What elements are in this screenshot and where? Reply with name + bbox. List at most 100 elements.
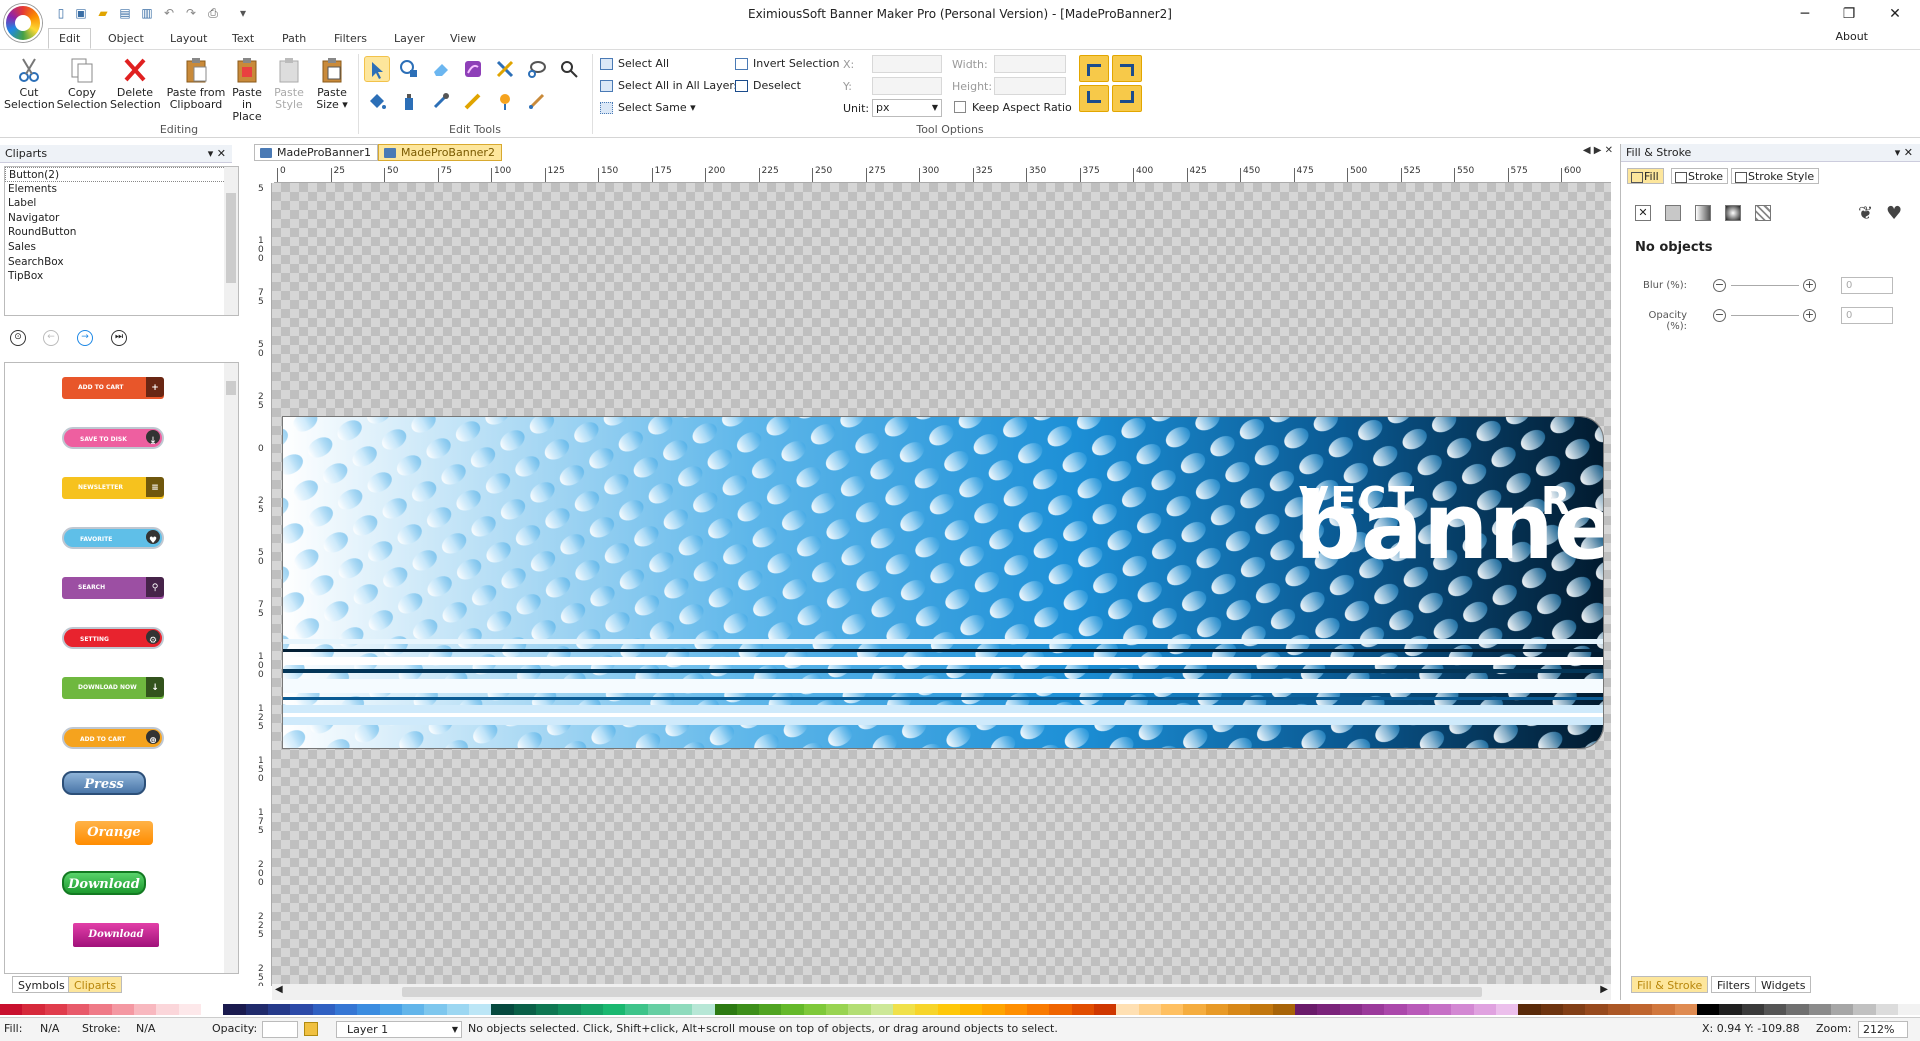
y-input[interactable]: [872, 77, 942, 95]
color-swatch[interactable]: [1027, 1004, 1050, 1015]
cut-selection-button[interactable]: Cut Selection: [4, 54, 55, 111]
color-swatch[interactable]: [1763, 1004, 1787, 1015]
color-swatch[interactable]: [1071, 1004, 1095, 1015]
list-item[interactable]: TipBox: [5, 269, 238, 284]
color-swatch[interactable]: [334, 1004, 358, 1015]
color-swatch[interactable]: [714, 1004, 737, 1015]
color-swatch[interactable]: [223, 1004, 246, 1015]
color-swatch[interactable]: [357, 1004, 380, 1015]
color-swatch[interactable]: [1540, 1004, 1563, 1015]
deselect-button[interactable]: Deselect: [733, 77, 801, 95]
color-swatch[interactable]: [1495, 1004, 1519, 1015]
clip-download-green[interactable]: Download: [62, 871, 146, 895]
nav-forward-icon[interactable]: →: [77, 330, 93, 346]
color-swatch[interactable]: [625, 1004, 648, 1015]
color-swatch[interactable]: [602, 1004, 626, 1015]
color-swatch[interactable]: [558, 1004, 581, 1015]
blur-slider[interactable]: [1731, 285, 1799, 286]
select-same-button[interactable]: Select Same ▾: [598, 99, 696, 117]
clipart-item[interactable]: NEWSLETTER ≡: [62, 477, 164, 499]
scroll-left-icon[interactable]: ◀: [275, 984, 283, 995]
align-top-right-button[interactable]: [1112, 55, 1142, 82]
color-swatch[interactable]: [424, 1004, 447, 1015]
color-swatch[interactable]: [1205, 1004, 1229, 1015]
nav-first-icon[interactable]: ⊙: [10, 330, 26, 346]
color-swatch[interactable]: [1897, 1004, 1920, 1015]
tab-object[interactable]: Object: [100, 31, 152, 46]
close-button[interactable]: ✕: [1884, 4, 1906, 24]
color-swatch[interactable]: [826, 1004, 849, 1015]
list-item[interactable]: Button(2): [5, 167, 238, 182]
clip-download-pink[interactable]: Download: [73, 923, 159, 947]
color-swatch[interactable]: [870, 1004, 894, 1015]
align-bottom-right-button[interactable]: [1112, 85, 1142, 112]
color-swatch[interactable]: [781, 1004, 804, 1015]
color-swatch[interactable]: [1250, 1004, 1273, 1015]
color-swatch[interactable]: [401, 1004, 425, 1015]
color-swatch[interactable]: [267, 1004, 291, 1015]
paste-from-clipboard-button[interactable]: Paste from Clipboard: [166, 54, 226, 111]
tab-fill-and-stroke[interactable]: Fill & Stroke: [1631, 976, 1709, 993]
color-swatch[interactable]: [290, 1004, 313, 1015]
color-swatch[interactable]: [1317, 1004, 1340, 1015]
color-swatch[interactable]: [1339, 1004, 1363, 1015]
scroll-thumb[interactable]: [402, 987, 1482, 997]
blur-input[interactable]: 0: [1841, 277, 1893, 294]
color-swatch[interactable]: [312, 1004, 335, 1015]
blur-plus-icon[interactable]: +: [1803, 279, 1816, 292]
invert-selection-button[interactable]: Invert Selection: [733, 55, 840, 73]
tab-widgets[interactable]: Widgets: [1755, 976, 1812, 993]
color-swatch[interactable]: [1652, 1004, 1675, 1015]
tab-fill[interactable]: Fill: [1627, 168, 1664, 184]
clipart-item[interactable]: ADD TO CART ⊕: [62, 727, 164, 749]
height-input[interactable]: [994, 77, 1066, 95]
opacity-input[interactable]: 0: [1841, 307, 1893, 324]
color-palette[interactable]: [0, 1004, 1920, 1017]
zoom-tool[interactable]: [556, 56, 582, 82]
linear-gradient-icon[interactable]: [1695, 205, 1711, 221]
select-all-button[interactable]: Select All: [598, 55, 669, 73]
tweak-tool[interactable]: [492, 56, 518, 82]
color-swatch[interactable]: [893, 1004, 916, 1015]
color-swatch[interactable]: [178, 1004, 201, 1015]
spray-tool[interactable]: [460, 56, 486, 82]
color-swatch[interactable]: [44, 1004, 67, 1015]
paste-size-button[interactable]: Paste Size ▾: [312, 54, 352, 111]
color-swatch[interactable]: [848, 1004, 871, 1015]
color-swatch[interactable]: [491, 1004, 514, 1015]
color-swatch[interactable]: [1406, 1004, 1429, 1015]
color-swatch[interactable]: [133, 1004, 157, 1015]
brush-tool[interactable]: [524, 88, 550, 114]
list-item[interactable]: Sales: [5, 240, 238, 255]
gallery-scrollbar[interactable]: [224, 363, 238, 973]
color-swatch[interactable]: [1362, 1004, 1385, 1015]
status-opacity-input[interactable]: [262, 1021, 298, 1038]
minimize-button[interactable]: ─: [1794, 4, 1816, 24]
color-swatch[interactable]: [736, 1004, 760, 1015]
color-swatch[interactable]: [1719, 1004, 1742, 1015]
clip-orange[interactable]: Orange: [75, 821, 153, 845]
tab-path[interactable]: Path: [274, 31, 314, 46]
color-swatch[interactable]: [1384, 1004, 1407, 1015]
color-swatch[interactable]: [960, 1004, 983, 1015]
color-swatch[interactable]: [535, 1004, 559, 1015]
doc-tab-madeprobanner1[interactable]: MadeProBanner1: [254, 144, 378, 161]
opacity-plus-icon[interactable]: +: [1803, 309, 1816, 322]
clipart-item[interactable]: FAVORITE ♥: [62, 527, 164, 549]
banner-text-main[interactable]: banne: [1295, 477, 1603, 577]
paste-in-place-button[interactable]: Paste in Place: [226, 54, 268, 123]
about-link[interactable]: About: [1835, 30, 1868, 43]
fill-rule-evenodd-icon[interactable]: ❦: [1858, 203, 1873, 224]
flat-color-icon[interactable]: [1665, 205, 1681, 221]
color-swatch[interactable]: [580, 1004, 603, 1015]
color-swatch[interactable]: [1183, 1004, 1206, 1015]
color-swatch[interactable]: [446, 1004, 469, 1015]
tab-edit[interactable]: Edit: [48, 28, 92, 49]
eraser-tool[interactable]: [428, 56, 454, 82]
color-swatch[interactable]: [111, 1004, 134, 1015]
color-swatch[interactable]: [1272, 1004, 1296, 1015]
color-swatch[interactable]: [1429, 1004, 1452, 1015]
color-swatch[interactable]: [1295, 1004, 1318, 1015]
clipart-item[interactable]: DOWNLOAD NOW ↓: [62, 677, 164, 699]
color-swatch[interactable]: [1585, 1004, 1608, 1015]
